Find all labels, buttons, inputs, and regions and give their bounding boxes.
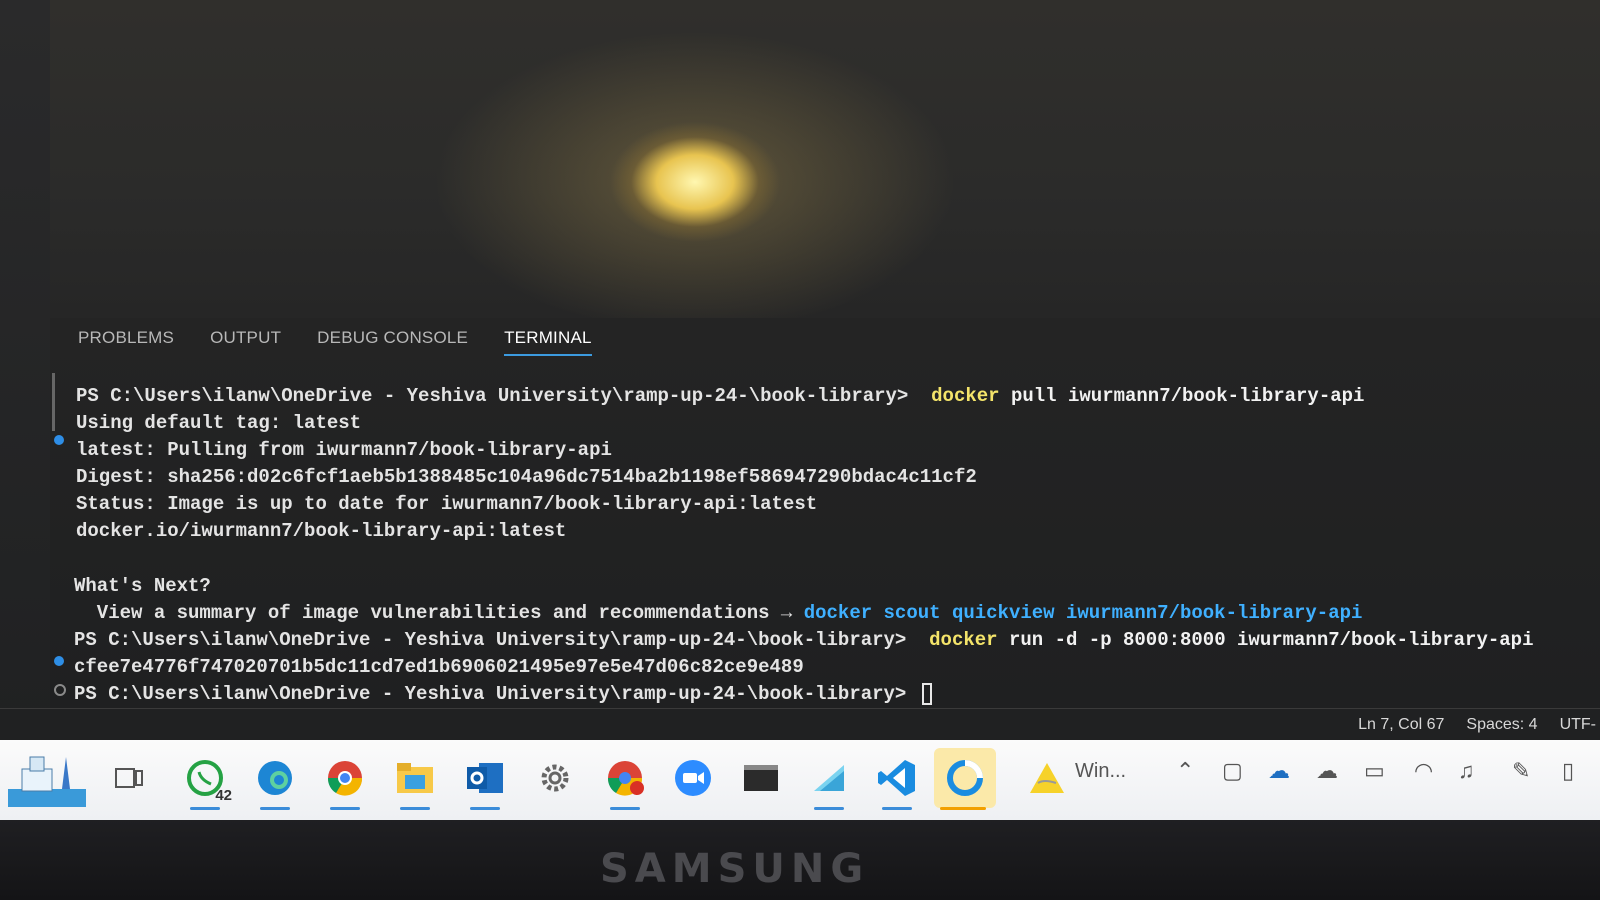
snipping-tool-icon[interactable]: [800, 748, 858, 810]
command-args: run -d -p 8000:8000 iwurmann7/book-libra…: [997, 629, 1534, 651]
tab-terminal[interactable]: TERMINAL: [504, 324, 592, 356]
terminal-line: Using default tag: latest: [76, 412, 362, 434]
tab-problems[interactable]: PROBLEMS: [78, 324, 174, 352]
taskbar: 42 Win... ⌃ ▢ ☁ ☁ ▭ ◠ ♫ ✎ ▯: [0, 740, 1600, 820]
terminal-prompt: PS C:\Users\ilanw\OneDrive - Yeshiva Uni…: [76, 385, 909, 407]
scout-command-link[interactable]: docker scout quickview iwurmann7/book-li…: [804, 602, 1363, 624]
monitor-bezel: SAMSUNG: [0, 820, 1600, 900]
terminal-prompt: PS C:\Users\ilanw\OneDrive - Yeshiva Uni…: [74, 629, 907, 651]
chrome-profile-icon[interactable]: [596, 748, 654, 810]
notification-icon[interactable]: ▯: [1562, 758, 1574, 784]
command-decoration-icon[interactable]: [54, 684, 66, 696]
outlook-icon[interactable]: [456, 748, 514, 810]
running-indicator: [400, 807, 430, 810]
command-keyword: docker: [929, 629, 998, 651]
weather-warning-icon[interactable]: [1018, 748, 1076, 808]
weather-label[interactable]: Win...: [1075, 760, 1126, 783]
zoom-icon[interactable]: [664, 748, 722, 808]
vscode-icon[interactable]: [868, 748, 926, 810]
terminal-line: latest: Pulling from iwurmann7/book-libr…: [76, 439, 612, 461]
running-indicator: [330, 807, 360, 810]
edge-browser-icon[interactable]: [246, 748, 304, 810]
running-indicator: [470, 807, 500, 810]
status-bar: Ln 7, Col 67 Spaces: 4 UTF-: [0, 708, 1600, 741]
terminal-line: cfee7e4776f747020701b5dc11cd7ed1b6906021…: [74, 656, 804, 678]
wifi-icon[interactable]: ◠: [1414, 758, 1433, 784]
file-encoding[interactable]: UTF-: [1560, 716, 1596, 734]
command-keyword: docker: [931, 385, 1000, 407]
chevron-up-icon[interactable]: ⌃: [1176, 758, 1194, 784]
status-bar-right: Ln 7, Col 67 Spaces: 4 UTF-: [1358, 709, 1600, 741]
widgets-icon[interactable]: [6, 748, 88, 808]
command-decoration-icon[interactable]: [54, 435, 64, 445]
chrome-icon[interactable]: [316, 748, 374, 810]
pen-icon[interactable]: ✎: [1512, 758, 1530, 784]
activity-bar: [0, 0, 51, 740]
active-app-icon[interactable]: [934, 748, 996, 810]
running-indicator: [260, 807, 290, 810]
terminal-line: PS C:\Users\ilanw\OneDrive - Yeshiva Uni…: [76, 383, 1364, 409]
cloud-icon[interactable]: ☁: [1316, 758, 1338, 784]
bottom-panel: PROBLEMS OUTPUT DEBUG CONSOLE TERMINAL P…: [50, 318, 1600, 708]
running-indicator: [814, 807, 844, 810]
command-args: pull iwurmann7/book-library-api: [999, 385, 1365, 407]
tab-output[interactable]: OUTPUT: [210, 324, 281, 352]
terminal-line: Status: Image is up to date for iwurmann…: [76, 493, 818, 515]
summary-text: View a summary of image vulnerabilities …: [74, 602, 804, 624]
terminal-app-icon[interactable]: [732, 748, 790, 808]
tab-debug-console[interactable]: DEBUG CONSOLE: [317, 324, 468, 352]
settings-gear-icon[interactable]: [526, 748, 584, 808]
command-decoration-icon[interactable]: [54, 656, 64, 666]
terminal-line: View a summary of image vulnerabilities …: [74, 600, 1363, 626]
volume-icon[interactable]: ♫: [1458, 758, 1475, 784]
onedrive-icon[interactable]: ☁: [1268, 758, 1290, 784]
terminal-line: docker.io/iwurmann7/book-library-api:lat…: [76, 520, 567, 542]
running-indicator: [190, 807, 220, 810]
terminal-scroll-indicator: [52, 373, 55, 431]
terminal-prompt: PS C:\Users\ilanw\OneDrive - Yeshiva Uni…: [74, 683, 907, 705]
cursor-position[interactable]: Ln 7, Col 67: [1358, 716, 1444, 734]
teams-chat-icon[interactable]: ▢: [1222, 758, 1243, 784]
terminal-cursor: [921, 682, 932, 705]
terminal-line: PS C:\Users\ilanw\OneDrive - Yeshiva Uni…: [74, 627, 1533, 653]
terminal-line: PS C:\Users\ilanw\OneDrive - Yeshiva Uni…: [74, 681, 932, 707]
task-view-icon[interactable]: [100, 748, 158, 808]
panel-tabs: PROBLEMS OUTPUT DEBUG CONSOLE TERMINAL: [78, 318, 592, 358]
running-indicator: [940, 807, 986, 810]
file-explorer-icon[interactable]: [386, 748, 444, 810]
terminal-heading: What's Next?: [74, 575, 211, 597]
battery-icon[interactable]: ▭: [1364, 758, 1385, 784]
terminal-line: Digest: sha256:d02c6fcf1aeb5b1388485c104…: [76, 466, 977, 488]
running-indicator: [882, 807, 912, 810]
terminal[interactable]: PS C:\Users\ilanw\OneDrive - Yeshiva Uni…: [50, 373, 1600, 708]
running-indicator: [610, 807, 640, 810]
indentation-setting[interactable]: Spaces: 4: [1466, 716, 1537, 734]
notification-badge: 42: [215, 787, 232, 804]
monitor-brand-logo: SAMSUNG: [600, 846, 870, 892]
whatsapp-icon[interactable]: 42: [176, 748, 234, 810]
editor-area[interactable]: [50, 0, 1600, 319]
